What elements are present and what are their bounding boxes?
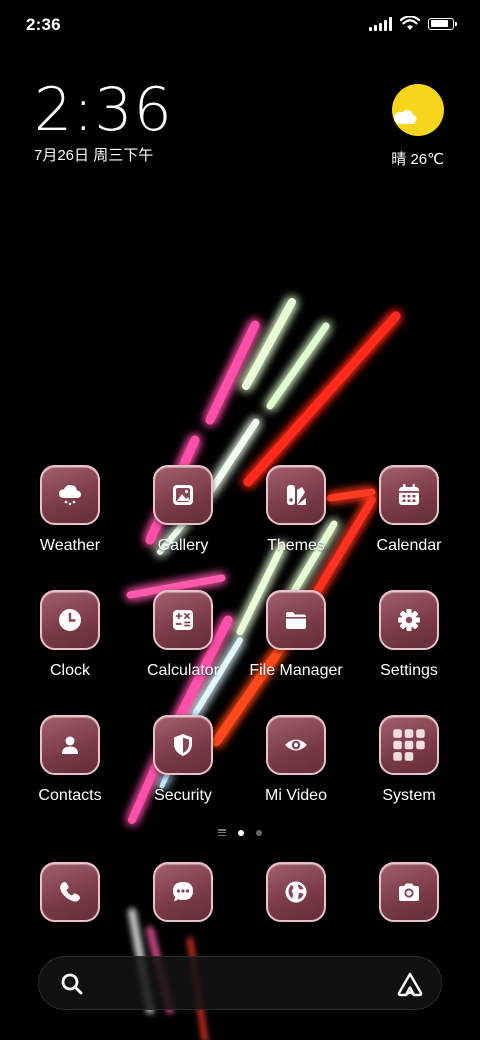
weather-widget[interactable]: 晴 26℃ <box>391 84 444 169</box>
page-list-icon <box>218 829 226 836</box>
clock-widget[interactable]: 2:36 7月26日 周三下午 <box>34 78 173 165</box>
dock-phone[interactable] <box>14 862 126 922</box>
app-file-manager[interactable]: File Manager <box>240 590 352 680</box>
status-time: 2:36 <box>26 15 61 34</box>
person-icon <box>40 715 100 775</box>
dock-browser[interactable] <box>240 862 352 922</box>
search-bar[interactable] <box>38 956 442 1010</box>
app-label: Settings <box>380 662 438 679</box>
app-security[interactable]: Security <box>127 715 239 805</box>
app-settings[interactable]: Settings <box>353 590 465 680</box>
page-indicator[interactable] <box>0 829 480 836</box>
app-label: Calendar <box>376 537 442 554</box>
sunny-partly-cloudy-icon <box>392 84 444 136</box>
app-mi-video[interactable]: Mi Video <box>240 715 352 805</box>
image-icon <box>153 465 213 525</box>
clock-date: 7月26日 周三下午 <box>34 147 154 164</box>
weather-condition: 晴 <box>391 151 407 168</box>
battery-fill <box>430 20 448 27</box>
app-clock[interactable]: Clock <box>14 590 126 680</box>
app-calendar[interactable]: Calendar <box>353 465 465 555</box>
app-system-folder[interactable]: System <box>353 715 465 805</box>
app-label: Clock <box>49 662 90 679</box>
cloud-snow-icon <box>40 465 100 525</box>
gear-icon <box>379 590 439 650</box>
shield-icon <box>153 715 213 775</box>
wifi-icon <box>400 16 420 30</box>
calculator-icon <box>153 590 213 650</box>
folder-icon <box>266 590 326 650</box>
page-dot-active <box>238 829 244 836</box>
camera-icon <box>379 862 439 922</box>
folder-grid-icon <box>379 715 439 775</box>
app-calculator[interactable]: Calculator <box>127 590 239 680</box>
dock-camera[interactable] <box>353 862 465 922</box>
app-gallery[interactable]: Gallery <box>127 465 239 555</box>
weather-text: 晴 26℃ <box>391 148 444 169</box>
app-label: Mi Video <box>265 787 327 804</box>
battery-icon <box>428 17 457 30</box>
app-label: Security <box>154 787 212 804</box>
clock-icon <box>40 590 100 650</box>
calendar-icon <box>379 465 439 525</box>
app-label: File Manager <box>249 662 343 679</box>
assistant-icon[interactable] <box>395 969 425 999</box>
eye-icon <box>266 715 326 775</box>
app-label: Themes <box>267 537 325 554</box>
dock-messages[interactable] <box>127 862 239 922</box>
signal-icon <box>369 16 392 31</box>
app-label: Weather <box>39 537 101 554</box>
app-contacts[interactable]: Contacts <box>14 715 126 805</box>
app-label: Calculator <box>146 662 220 679</box>
app-label: Contacts <box>38 787 102 804</box>
app-themes[interactable]: Themes <box>240 465 352 555</box>
message-icon <box>153 862 213 922</box>
app-weather[interactable]: Weather <box>14 465 126 555</box>
weather-temperature: 26℃ <box>410 151 444 168</box>
page-dot <box>256 829 262 836</box>
status-bar: 2:36 <box>0 0 480 50</box>
status-icons <box>369 16 457 31</box>
search-icon[interactable] <box>59 971 85 997</box>
themes-icon <box>266 465 326 525</box>
globe-icon <box>266 862 326 922</box>
app-label: Gallery <box>157 537 209 554</box>
app-label: System <box>382 787 436 804</box>
phone-icon <box>40 862 100 922</box>
clock-time: 2:36 <box>34 75 173 145</box>
